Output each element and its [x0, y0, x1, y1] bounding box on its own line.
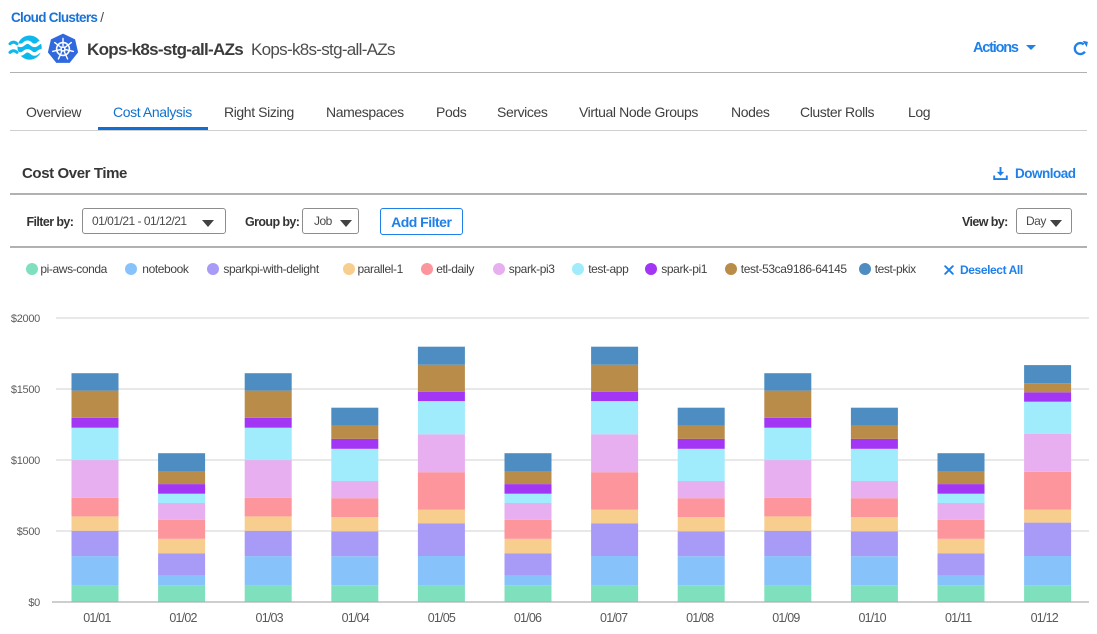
svg-text:01/01: 01/01: [83, 611, 111, 625]
svg-text:01/11: 01/11: [945, 611, 972, 625]
svg-text:$0: $0: [28, 597, 40, 609]
svg-text:$1500: $1500: [11, 384, 40, 396]
svg-text:01/08: 01/08: [686, 611, 714, 625]
svg-text:01/06: 01/06: [514, 611, 542, 625]
svg-text:$1000: $1000: [11, 455, 40, 467]
svg-text:01/02: 01/02: [169, 611, 197, 625]
svg-text:01/05: 01/05: [428, 611, 456, 625]
svg-text:01/12: 01/12: [1031, 611, 1059, 625]
svg-text:01/09: 01/09: [772, 611, 800, 625]
svg-text:$500: $500: [17, 526, 40, 538]
svg-text:01/04: 01/04: [342, 611, 370, 625]
svg-text:01/03: 01/03: [256, 611, 284, 625]
svg-text:01/10: 01/10: [858, 611, 886, 625]
svg-text:$2000: $2000: [11, 313, 40, 325]
svg-text:01/07: 01/07: [600, 611, 628, 625]
